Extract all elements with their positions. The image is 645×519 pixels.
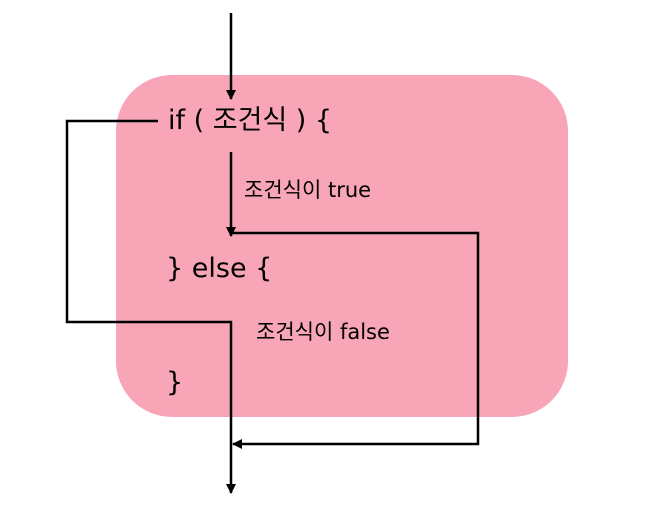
true-branch-label: 조건식이 true (244, 178, 372, 202)
if-statement-line: if ( 조건식 ) { (168, 105, 333, 136)
false-branch-label: 조건식이 false (256, 320, 390, 344)
flow-arrows (65, 13, 480, 494)
else-statement-line: } else { (166, 253, 273, 284)
closing-brace: } (166, 367, 184, 398)
false-branch-path (65, 119, 236, 494)
